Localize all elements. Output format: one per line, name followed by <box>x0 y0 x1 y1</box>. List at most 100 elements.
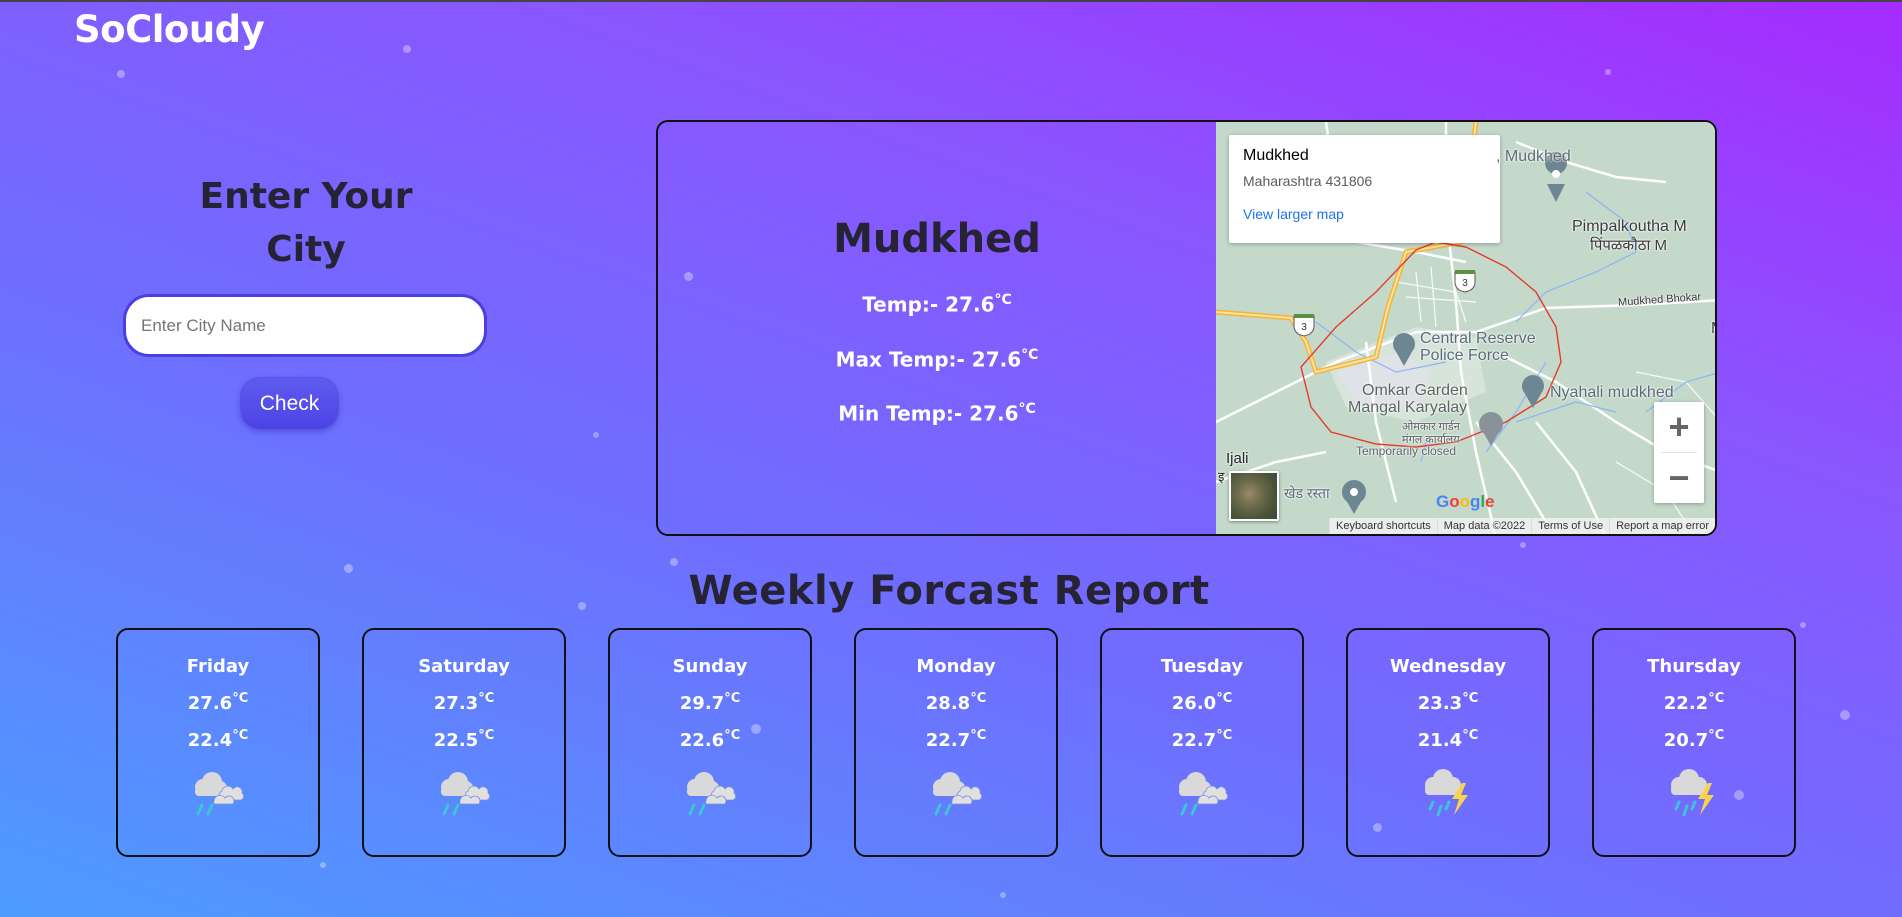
particle <box>1800 622 1806 628</box>
particle <box>670 558 678 566</box>
temp-unit: °C <box>478 728 495 743</box>
map-data-label: Map data ©2022 <box>1436 518 1532 534</box>
map-attribution: Keyboard shortcuts Map data ©2022 Terms … <box>1328 518 1715 534</box>
current-temp-value: Temp:- 27.6 <box>862 292 995 317</box>
forecast-min-value: 22.7 <box>1171 730 1217 751</box>
forecast-max: 29.7°C <box>610 691 810 714</box>
forecast-min: 22.7°C <box>856 728 1056 751</box>
forecast-min-value: 21.4 <box>1417 730 1463 751</box>
forecast-day: Monday <box>916 656 996 677</box>
map-label: Nyahali mudkhed <box>1550 384 1674 401</box>
app-logo[interactable]: SoCloudy <box>74 8 265 51</box>
forecast-max-value: 26.0 <box>1171 693 1217 714</box>
forecast-min: 21.4°C <box>1348 728 1548 751</box>
thunderstorm-icon <box>1418 769 1478 817</box>
google-logo-letter: e <box>1485 492 1495 511</box>
terms-of-use-link[interactable]: Terms of Use <box>1531 518 1610 534</box>
embedded-map[interactable]: 3 3 Mudkhed Maharashtra 431806 View larg… <box>1216 122 1715 534</box>
svg-text:3: 3 <box>1301 322 1307 333</box>
report-map-error-link[interactable]: Report a map error <box>1609 518 1715 534</box>
google-logo-letter: o <box>1449 492 1460 511</box>
particle <box>1000 892 1006 898</box>
temp-unit: °C <box>1021 346 1039 363</box>
particle <box>403 45 411 53</box>
forecast-day: Tuesday <box>1160 656 1244 677</box>
zoom-in-button[interactable]: + <box>1654 402 1704 452</box>
forecast-min-value: 20.7 <box>1663 730 1709 751</box>
view-larger-map-link[interactable]: View larger map <box>1243 206 1486 222</box>
forecast-min-value: 22.7 <box>925 730 971 751</box>
map-info-window: Mudkhed Maharashtra 431806 View larger m… <box>1229 135 1500 243</box>
max-temp: Max Temp:- 27.6°C <box>658 347 1216 372</box>
map-label: M <box>1711 320 1715 338</box>
forecast-min-value: 22.4 <box>187 730 233 751</box>
forecast-max: 26.0°C <box>1102 691 1302 714</box>
map-zoom-control: + − <box>1654 402 1704 503</box>
map-place-title: Mudkhed <box>1243 147 1309 164</box>
city-name: Mudkhed <box>833 216 1041 262</box>
google-logo-text: Google <box>1436 492 1495 511</box>
temp-unit: °C <box>1216 728 1233 743</box>
current-temp: Temp:- 27.6°C <box>658 292 1216 317</box>
forecast-card-wednesday: Wednesday 23.3°C 21.4°C <box>1346 628 1550 857</box>
cloud-rain-icon <box>1172 769 1232 817</box>
temp-unit: °C <box>232 728 249 743</box>
forecast-day: Saturday <box>418 656 510 677</box>
temp-unit: °C <box>232 691 249 706</box>
map-label: इ <box>1218 469 1225 484</box>
temp-unit: °C <box>1708 728 1725 743</box>
forecast-max: 27.6°C <box>118 691 318 714</box>
zoom-out-button[interactable]: − <box>1654 453 1704 503</box>
map-label: Ijali <box>1226 450 1249 467</box>
forecast-max: 27.3°C <box>364 691 564 714</box>
svg-text:3: 3 <box>1462 278 1468 289</box>
temp-unit: °C <box>1708 691 1725 706</box>
temp-unit: °C <box>478 691 495 706</box>
temp-unit: °C <box>970 728 987 743</box>
google-logo-letter: g <box>1470 492 1481 511</box>
forecast-max: 23.3°C <box>1348 691 1548 714</box>
forecast-min-value: 22.5 <box>433 730 479 751</box>
forecast-day: Thursday <box>1647 656 1741 677</box>
map-label: , Mudkhed <box>1496 148 1571 165</box>
map-label: Central Reserve <box>1420 330 1536 347</box>
cloud-rain-icon <box>188 769 248 817</box>
map-place-address: Maharashtra 431806 <box>1243 173 1373 189</box>
particle <box>1520 542 1526 548</box>
forecast-day: Wednesday <box>1389 656 1507 677</box>
forecast-min: 20.7°C <box>1594 728 1794 751</box>
forecast-card-friday: Friday 27.6°C 22.4°C <box>116 628 320 857</box>
forecast-max-value: 22.2 <box>1663 693 1709 714</box>
temp-unit: °C <box>724 691 741 706</box>
forecast-card-sunday: Sunday 29.7°C 22.6°C <box>608 628 812 857</box>
forecast-max: 22.2°C <box>1594 691 1794 714</box>
weekly-forecast-list: Friday 27.6°C 22.4°C Saturday 27.3°C 22.… <box>116 628 1796 857</box>
satellite-toggle[interactable] <box>1229 471 1279 521</box>
search-panel: Enter Your City Check <box>118 170 494 430</box>
max-temp-value: Max Temp:- 27.6 <box>835 347 1022 372</box>
keyboard-shortcuts-link[interactable]: Keyboard shortcuts <box>1328 518 1437 534</box>
forecast-max-value: 23.3 <box>1417 693 1463 714</box>
temp-unit: °C <box>970 691 987 706</box>
check-button[interactable]: Check <box>240 377 339 430</box>
forecast-card-thursday: Thursday 22.2°C 20.7°C <box>1592 628 1796 857</box>
cloud-rain-icon <box>434 769 494 817</box>
cloud-rain-icon <box>926 769 986 817</box>
forecast-card-tuesday: Tuesday 26.0°C 22.7°C <box>1100 628 1304 857</box>
current-weather: Mudkhed Temp:- 27.6°C Max Temp:- 27.6°C … <box>658 122 1216 534</box>
map-label: पिंपळकौठा M <box>1590 237 1667 254</box>
city-search-input[interactable] <box>123 294 487 357</box>
map-label: Omkar Garden <box>1362 382 1468 399</box>
forecast-max-value: 28.8 <box>925 693 971 714</box>
forecast-max-value: 27.3 <box>433 693 479 714</box>
forecast-max: 28.8°C <box>856 691 1056 714</box>
forecast-day: Friday <box>186 656 250 677</box>
particle <box>593 432 599 438</box>
particle <box>320 862 326 868</box>
forecast-day: Sunday <box>672 656 748 677</box>
forecast-min: 22.4°C <box>118 728 318 751</box>
temp-unit: °C <box>724 728 741 743</box>
temp-unit: °C <box>994 292 1012 308</box>
forecast-max-value: 29.7 <box>679 693 725 714</box>
forecast-min-value: 22.6 <box>679 730 725 751</box>
